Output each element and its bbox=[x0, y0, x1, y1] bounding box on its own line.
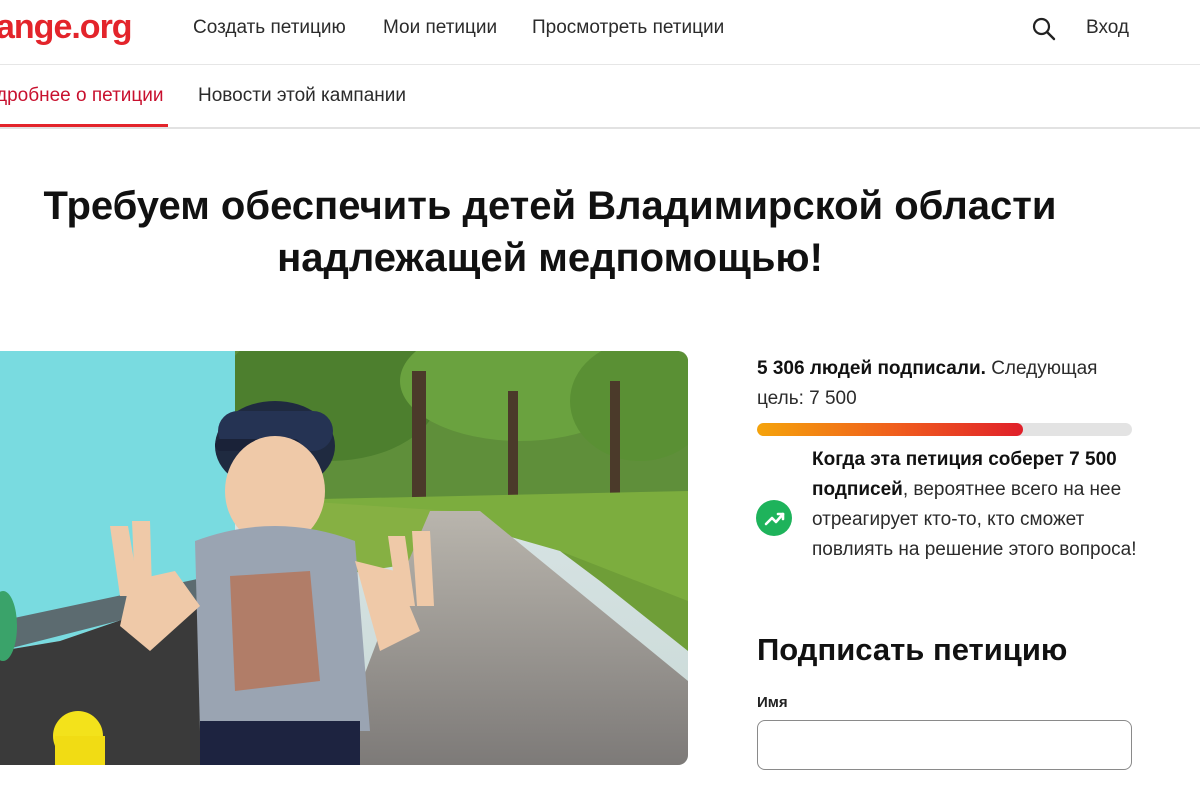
petition-tabs: дробнее о петиции Новости этой кампании bbox=[0, 65, 1200, 129]
signature-count: 5 306 людей подписали. Следующая цель: 7… bbox=[757, 354, 1137, 414]
active-tab-indicator bbox=[0, 124, 168, 127]
goal-note: Когда эта петиция соберет 7 500 подписей… bbox=[812, 445, 1142, 565]
search-icon[interactable] bbox=[1031, 16, 1057, 42]
signature-progress-fill bbox=[757, 423, 1024, 436]
petition-title-line2: надлежащей медпомощью! bbox=[277, 236, 823, 280]
sign-petition-heading: Подписать петицию bbox=[757, 632, 1068, 667]
signature-count-bold: 5 306 людей подписали. bbox=[757, 358, 986, 379]
petition-photo bbox=[0, 351, 688, 765]
nav-my-petitions[interactable]: Мои петиции bbox=[383, 17, 497, 39]
login-link[interactable]: Вход bbox=[1086, 17, 1129, 39]
petition-title-line1: Требуем обеспечить детей Владимирской об… bbox=[43, 184, 1057, 228]
trending-up-icon bbox=[756, 500, 792, 536]
top-navbar: ange.org Создать петицию Мои петиции Про… bbox=[0, 0, 1200, 65]
nav-create-petition[interactable]: Создать петицию bbox=[193, 17, 346, 39]
name-label: Имя bbox=[757, 694, 788, 711]
name-field[interactable] bbox=[757, 720, 1132, 770]
tab-campaign-news[interactable]: Новости этой кампании bbox=[198, 85, 406, 107]
petition-photo-image bbox=[0, 351, 688, 765]
site-logo[interactable]: ange.org bbox=[0, 8, 133, 47]
signature-progress-bar bbox=[757, 423, 1132, 436]
petition-title: Требуем обеспечить детей Владимирской об… bbox=[0, 180, 1100, 284]
nav-browse-petitions[interactable]: Просмотреть петиции bbox=[532, 17, 724, 39]
tab-petition-details[interactable]: дробнее о петиции bbox=[0, 85, 164, 107]
